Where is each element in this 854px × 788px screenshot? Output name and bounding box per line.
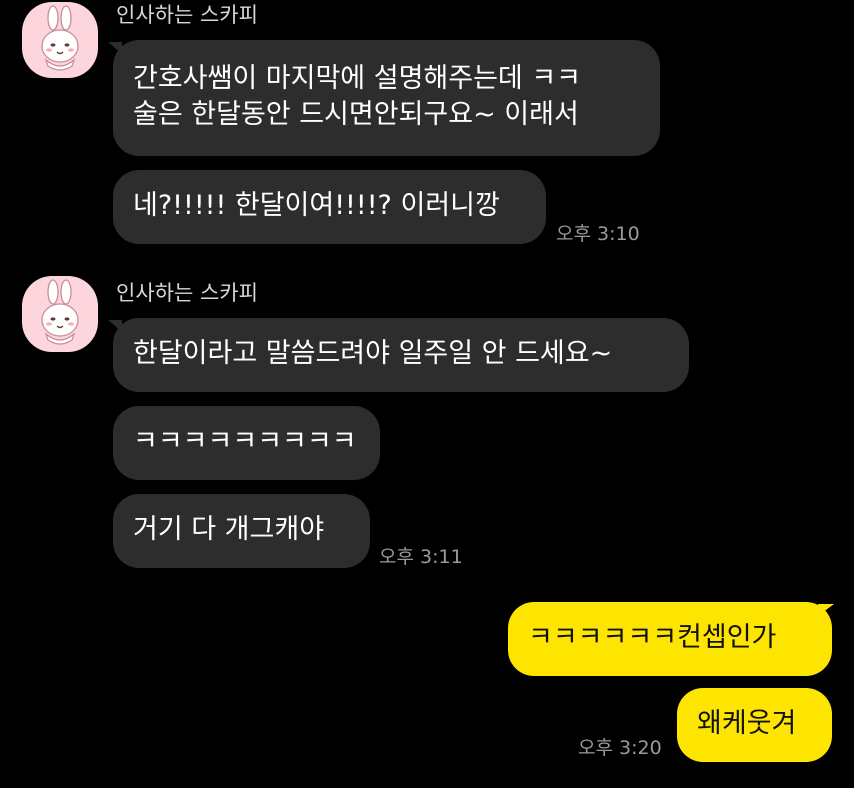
message-text: ㅋㅋㅋㅋㅋㅋㅋㅋㅋ bbox=[133, 426, 357, 457]
message-timestamp: 오후 3:20 bbox=[578, 737, 662, 759]
message-text: 거기 다 개그캐야 bbox=[133, 514, 325, 545]
message-bubble[interactable]: 한달이라고 말씀드려야 일주일 안 드세요~ bbox=[113, 318, 689, 392]
message-text: ㅋㅋㅋㅋㅋㅋ컨셉인가 bbox=[528, 622, 777, 653]
message-text: 왜케웃겨 bbox=[697, 708, 797, 739]
outgoing-message-bubble[interactable]: 왜케웃겨 bbox=[677, 688, 832, 762]
sender-name: 인사하는 스카피 bbox=[116, 281, 258, 305]
sender-name: 인사하는 스카피 bbox=[116, 3, 258, 27]
message-bubble[interactable]: 거기 다 개그캐야 bbox=[113, 494, 370, 568]
message-text: 한달이라고 말씀드려야 일주일 안 드세요~ bbox=[133, 338, 613, 369]
scrappy-rabbit-avatar-icon bbox=[41, 279, 79, 345]
message-text-line: 술은 한달동안 드시면안되구요~ 이래서 bbox=[133, 99, 579, 130]
message-text-line: 간호사쌤이 마지막에 설명해주는데 ㅋㅋ bbox=[133, 63, 582, 94]
outgoing-message-bubble[interactable]: ㅋㅋㅋㅋㅋㅋ컨셉인가 bbox=[508, 602, 832, 676]
message-text: 네?!!!!! 한달이여!!!!? 이러니깡 bbox=[133, 190, 500, 221]
message-bubble[interactable]: 간호사쌤이 마지막에 설명해주는데 ㅋㅋ 술은 한달동안 드시면안되구요~ 이래… bbox=[113, 40, 660, 156]
chat-message-area: 인사하는 스카피 간호사쌤이 마지막에 설명해주는데 ㅋㅋ 술은 한달동안 드시… bbox=[0, 0, 854, 788]
message-timestamp: 오후 3:11 bbox=[379, 546, 463, 568]
sender-avatar[interactable] bbox=[22, 2, 98, 78]
sender-avatar[interactable] bbox=[22, 276, 98, 352]
message-bubble[interactable]: ㅋㅋㅋㅋㅋㅋㅋㅋㅋ bbox=[113, 406, 380, 480]
message-bubble[interactable]: 네?!!!!! 한달이여!!!!? 이러니깡 bbox=[113, 170, 546, 244]
message-timestamp: 오후 3:10 bbox=[556, 223, 640, 245]
scrappy-rabbit-avatar-icon bbox=[41, 5, 79, 71]
